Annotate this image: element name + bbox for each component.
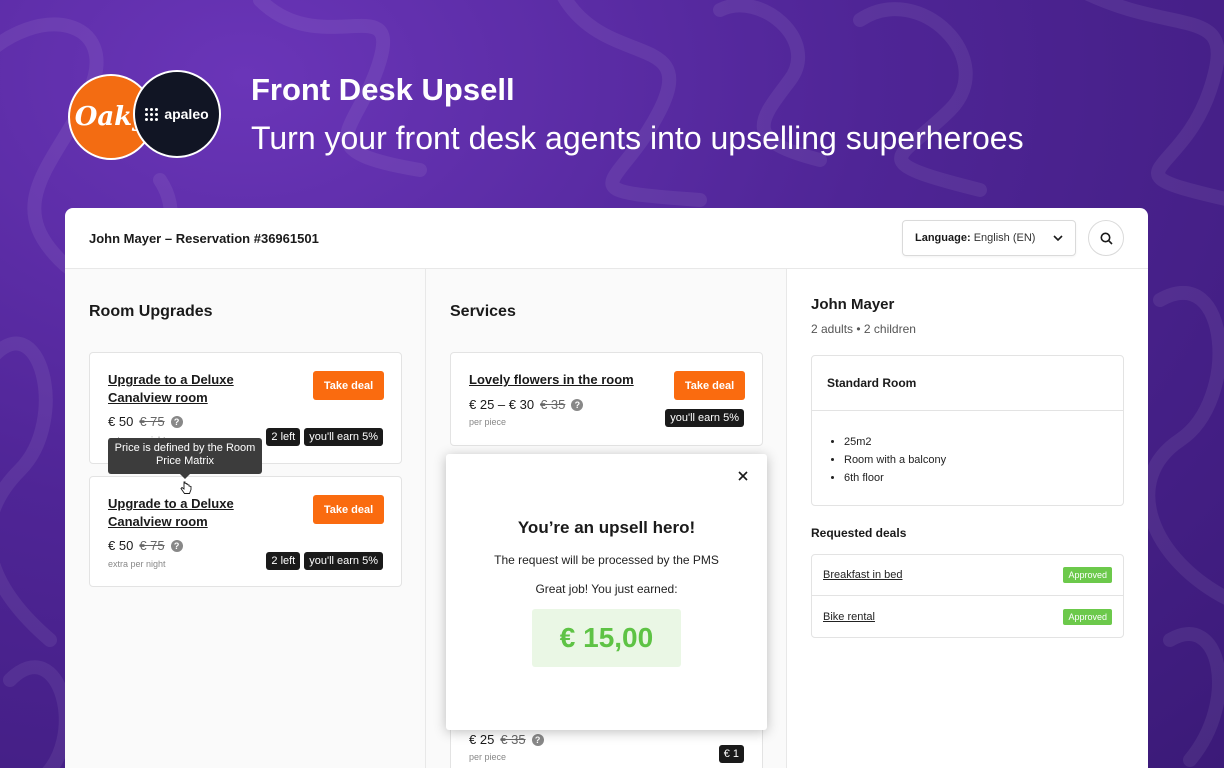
price: € 50 <box>108 414 134 429</box>
room-feature: Room with a balcony <box>844 451 1123 469</box>
language-label: Language: <box>915 232 971 244</box>
earned-amount: € 15,00 <box>532 609 681 667</box>
earn-badge: you'll earn 5% <box>304 428 383 446</box>
old-price: € 35 <box>540 397 566 412</box>
list-item: Breakfast in bed Approved <box>812 555 1123 596</box>
services-title: Services <box>450 303 516 320</box>
requested-deal-link[interactable]: Bike rental <box>823 611 875 623</box>
status-badge: Approved <box>1063 608 1112 625</box>
app-header: John Mayer – Reservation #36961501 Langu… <box>65 208 1148 269</box>
price-note: extra per night <box>108 559 166 569</box>
question-icon[interactable]: ? <box>531 733 544 746</box>
deal-name-link[interactable]: Upgrade to a Deluxe Canalview room <box>108 495 268 531</box>
room-card: Standard Room 25m2 Room with a balcony 6… <box>811 355 1124 506</box>
service-card: Lovely flowers in the room Take deal € 2… <box>450 352 763 446</box>
hero-subtitle: Turn your front desk agents into upselli… <box>251 120 1024 156</box>
modal-earned-label: Great job! You just earned: <box>535 582 678 596</box>
old-price: € 75 <box>139 538 165 553</box>
price-tooltip: Price is defined by the Room Price Matri… <box>108 438 262 479</box>
apaleo-logo: apaleo <box>133 70 221 158</box>
old-price: € 75 <box>139 414 165 429</box>
price: € 25 <box>469 732 495 747</box>
deal-name-link[interactable]: Lovely flowers in the room <box>469 371 634 389</box>
take-deal-button[interactable]: Take deal <box>313 495 384 524</box>
guest-name: John Mayer <box>811 296 895 313</box>
take-deal-button[interactable]: Take deal <box>313 371 384 400</box>
room-upgrade-card: Upgrade to a Deluxe Canalview room Take … <box>89 476 402 587</box>
header-actions: Language: English (EN) <box>902 220 1124 256</box>
price-row: € 50 € 75 ? <box>108 414 183 429</box>
earn-badge: you'll earn 5% <box>665 409 744 427</box>
requested-deals-list: Breakfast in bed Approved Bike rental Ap… <box>811 554 1124 638</box>
price-row: € 25 – € 30 € 35 ? <box>469 397 584 412</box>
room-upgrades-column: Room Upgrades Upgrade to a Deluxe Canalv… <box>65 269 426 768</box>
guest-occupancy: 2 adults • 2 children <box>811 322 916 336</box>
search-button[interactable] <box>1088 220 1124 256</box>
deal-badges: 2 left you'll earn 5% <box>266 552 383 570</box>
apaleo-logo-text: apaleo <box>164 106 209 122</box>
stock-badge: 2 left <box>266 428 301 446</box>
close-icon[interactable] <box>737 470 749 482</box>
language-select[interactable]: Language: English (EN) <box>902 220 1076 256</box>
reservation-title: John Mayer – Reservation #36961501 <box>89 230 319 246</box>
apaleo-dots-icon <box>145 107 159 121</box>
price-row: € 25 € 35 ? <box>469 732 544 747</box>
language-value: English (EN) <box>973 232 1036 244</box>
room-upgrades-title: Room Upgrades <box>89 303 213 320</box>
deal-badges: you'll earn 5% <box>665 409 744 427</box>
room-features: 25m2 Room with a balcony 6th floor <box>812 411 1123 487</box>
take-deal-button[interactable]: Take deal <box>674 371 745 400</box>
price: € 50 <box>108 538 134 553</box>
price: € 25 – € 30 <box>469 397 535 412</box>
question-icon[interactable]: ? <box>571 398 584 411</box>
status-badge: Approved <box>1063 567 1112 583</box>
pointer-cursor-icon <box>180 481 192 494</box>
chevron-down-icon <box>1053 235 1063 241</box>
old-price: € 35 <box>500 732 526 747</box>
earn-badge: € 1 <box>718 745 744 763</box>
stock-badge: 2 left <box>266 552 301 570</box>
requested-deal-link[interactable]: Breakfast in bed <box>823 569 903 581</box>
list-item: Bike rental Approved <box>812 596 1123 637</box>
requested-deals-title: Requested deals <box>811 526 907 540</box>
search-icon <box>1100 232 1113 245</box>
price-note: per piece <box>469 752 507 762</box>
modal-title: You’re an upsell hero! <box>517 518 696 537</box>
price-note: per piece <box>469 417 507 427</box>
earn-badge: you'll earn 5% <box>304 552 383 570</box>
room-feature: 25m2 <box>844 433 1123 451</box>
app-window: John Mayer – Reservation #36961501 Langu… <box>65 208 1148 768</box>
question-icon[interactable]: ? <box>170 539 183 552</box>
question-icon[interactable]: ? <box>170 415 183 428</box>
deal-badges: 2 left you'll earn 5% <box>266 428 383 446</box>
room-type: Standard Room <box>812 356 1123 411</box>
deal-badges: € 1 <box>718 745 744 763</box>
deal-name-link[interactable]: Upgrade to a Deluxe Canalview room <box>108 371 268 407</box>
success-modal: You’re an upsell hero! The request will … <box>446 454 767 730</box>
guest-column: John Mayer 2 adults • 2 children Standar… <box>787 269 1148 768</box>
room-feature: 6th floor <box>844 469 1123 487</box>
hero-title: Front Desk Upsell <box>251 72 515 107</box>
modal-message: The request will be processed by the PMS <box>494 553 719 567</box>
price-row: € 50 € 75 ? <box>108 538 183 553</box>
